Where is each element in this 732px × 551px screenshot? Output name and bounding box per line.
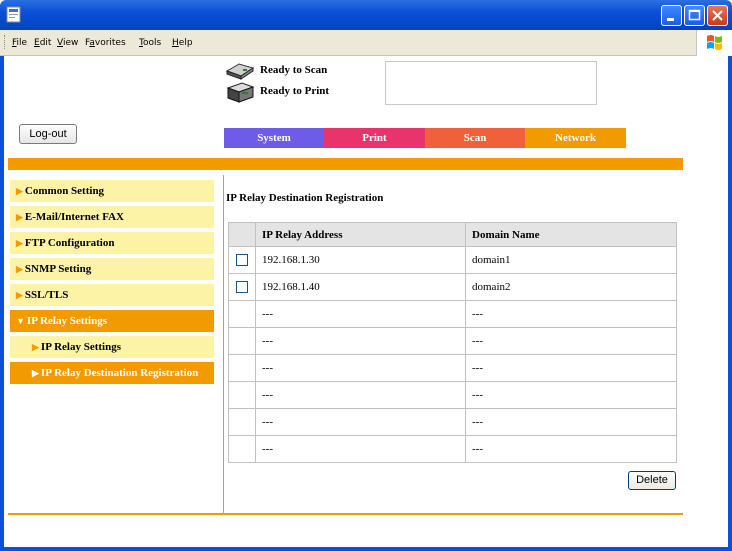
arrow-right-icon: ▶ — [32, 342, 39, 352]
arrow-right-icon: ▶ — [16, 212, 23, 222]
domain-name-cell: domain2 — [465, 273, 677, 301]
tab-print[interactable]: Print — [324, 128, 425, 148]
footer-divider — [8, 513, 683, 515]
column-header-domain-name: Domain Name — [465, 222, 677, 247]
ip-address-cell: --- — [255, 381, 466, 409]
row-select-cell — [228, 273, 256, 301]
maximize-icon — [688, 9, 701, 21]
menu-view[interactable]: View — [57, 38, 78, 48]
domain-name-cell: --- — [465, 354, 677, 382]
tab-system[interactable]: System — [224, 128, 324, 148]
menu-file[interactable]: File — [12, 38, 27, 48]
sidebar-item-ssl-tls[interactable]: ▶ SSL/TLS — [10, 284, 214, 306]
close-button[interactable] — [707, 5, 728, 26]
arrow-down-icon: ▼ — [16, 316, 25, 326]
ip-relay-table: IP Relay Address Domain Name 192.168.1.3… — [228, 222, 677, 463]
row-checkbox[interactable] — [236, 281, 248, 294]
row-checkbox[interactable] — [236, 254, 248, 267]
domain-name-cell: --- — [465, 408, 677, 436]
table-row: --- --- — [228, 435, 677, 463]
arrow-right-icon: ▶ — [16, 264, 23, 274]
domain-name-cell: --- — [465, 435, 677, 463]
ip-address-cell: 192.168.1.30 — [255, 246, 466, 274]
sidebar-item-ftp-configuration[interactable]: ▶ FTP Configuration — [10, 232, 214, 254]
tab-scan[interactable]: Scan — [425, 128, 525, 148]
table-row: 192.168.1.30 domain1 — [228, 246, 677, 274]
sidebar-item-ip-relay-settings[interactable]: ▼ IP Relay Settings — [10, 310, 214, 332]
menu-tools[interactable]: Tools — [139, 38, 161, 48]
ip-address-cell: --- — [255, 435, 466, 463]
menu-help[interactable]: Help — [172, 38, 193, 48]
sidebar-item-snmp-setting[interactable]: ▶ SNMP Setting — [10, 258, 214, 280]
logout-button[interactable]: Log-out — [19, 124, 77, 144]
arrow-right-icon: ▶ — [16, 290, 23, 300]
arrow-right-icon: ▶ — [16, 238, 23, 248]
ip-address-cell: --- — [255, 354, 466, 382]
print-status: Ready to Print — [260, 85, 330, 97]
table-row: 192.168.1.40 domain2 — [228, 273, 677, 301]
ip-address-cell: --- — [255, 300, 466, 328]
table-row: --- --- — [228, 381, 677, 409]
toolbar-grip — [4, 35, 6, 49]
delete-button[interactable]: Delete — [628, 471, 676, 490]
status-message-box — [385, 61, 597, 105]
sidebar-item-label: SSL/TLS — [24, 289, 69, 301]
sidebar-item-label: FTP Configuration — [24, 237, 115, 249]
minimize-icon — [667, 18, 674, 21]
menu-favorites[interactable]: Favorites — [85, 38, 126, 48]
header-divider — [8, 158, 683, 170]
sidebar-subitem-ip-relay-settings[interactable]: ▶ IP Relay Settings — [10, 336, 214, 358]
close-icon — [712, 10, 723, 21]
column-header-ip-relay-address: IP Relay Address — [255, 222, 466, 247]
windows-logo-icon — [707, 35, 722, 50]
windows-logo — [696, 30, 732, 56]
sidebar-item-label: IP Relay Settings — [26, 315, 107, 327]
table-row: --- --- — [228, 354, 677, 382]
domain-name-cell: domain1 — [465, 246, 677, 274]
menu-bar: File Edit View Favorites Tools Help — [0, 30, 732, 56]
row-select-cell — [228, 327, 256, 355]
row-select-cell — [228, 246, 256, 274]
window-titlebar — [0, 0, 732, 30]
sidebar-item-common-setting[interactable]: ▶ Common Setting — [10, 180, 214, 202]
domain-name-cell: --- — [465, 327, 677, 355]
domain-name-cell: --- — [465, 300, 677, 328]
row-select-cell — [228, 300, 256, 328]
menu-edit[interactable]: Edit — [34, 38, 51, 48]
table-row: --- --- — [228, 327, 677, 355]
sidebar-item-label: IP Relay Settings — [40, 341, 121, 353]
select-column-header — [228, 222, 256, 247]
minimize-button[interactable] — [661, 5, 682, 26]
domain-name-cell: --- — [465, 381, 677, 409]
sidebar-item-label: SNMP Setting — [24, 263, 92, 275]
scanner-icon — [225, 63, 255, 80]
maximize-button[interactable] — [684, 5, 705, 26]
content-divider — [223, 175, 224, 513]
arrow-right-icon: ▶ — [16, 186, 23, 196]
row-select-cell — [228, 354, 256, 382]
row-select-cell — [228, 408, 256, 436]
sidebar-subitem-ip-relay-destination-registration[interactable]: ▶ IP Relay Destination Registration — [10, 362, 214, 384]
app-window-icon — [6, 6, 21, 23]
table-header-row: IP Relay Address Domain Name — [228, 222, 677, 247]
arrow-right-icon: ▶ — [32, 368, 39, 378]
printer-icon — [226, 82, 255, 103]
row-select-cell — [228, 381, 256, 409]
sidebar-item-email-internet-fax[interactable]: ▶ E-Mail/Internet FAX — [10, 206, 214, 228]
sidebar-item-label: Common Setting — [24, 185, 105, 197]
tab-network[interactable]: Network — [525, 128, 626, 148]
ip-address-cell: --- — [255, 327, 466, 355]
ip-address-cell: --- — [255, 408, 466, 436]
scan-status: Ready to Scan — [260, 64, 328, 76]
sidebar-item-label: E-Mail/Internet FAX — [24, 211, 125, 223]
page-title: IP Relay Destination Registration — [226, 192, 384, 204]
table-row: --- --- — [228, 300, 677, 328]
row-select-cell — [228, 435, 256, 463]
sidebar-item-label: IP Relay Destination Registration — [40, 367, 199, 379]
table-row: --- --- — [228, 408, 677, 436]
ip-address-cell: 192.168.1.40 — [255, 273, 466, 301]
